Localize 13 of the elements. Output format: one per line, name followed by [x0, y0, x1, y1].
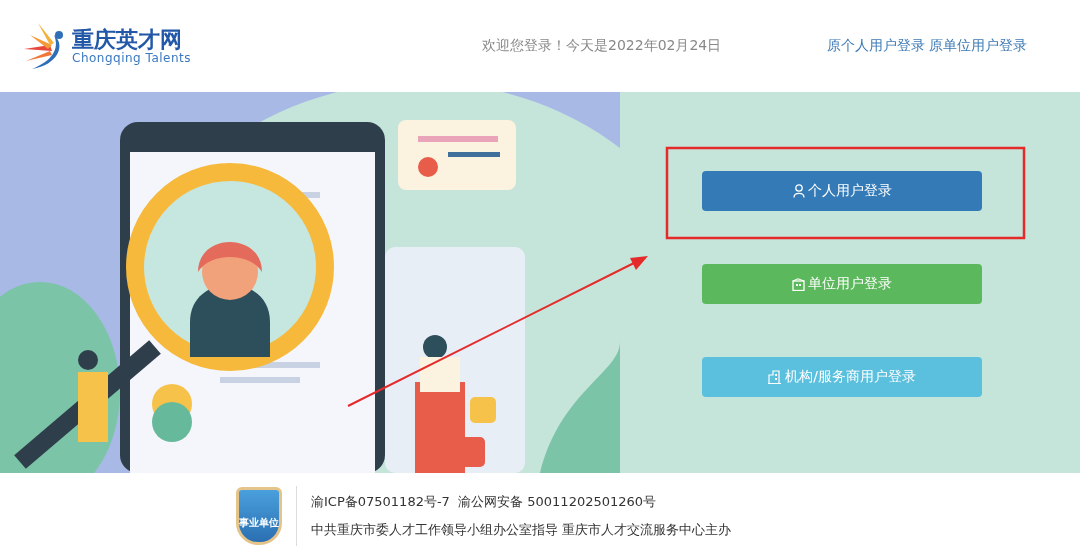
login-button[interactable]: 单位用户登录 — [702, 264, 982, 304]
sponsor-text: 中共重庆市委人才工作领导小组办公室指导 重庆市人才交流服务中心主办 — [311, 521, 732, 539]
badge-label: 事业单位 — [239, 516, 279, 530]
welcome-text: 欢迎您登录！今天是2022年02月24日 — [482, 37, 723, 55]
legacy-login-link[interactable]: 原个人用户登录 — [827, 37, 925, 55]
logo-subtitle: Chongqing Talents — [72, 51, 191, 66]
building-icon — [792, 277, 805, 291]
building-icon — [768, 370, 783, 384]
logo-title: 重庆英才网 — [72, 26, 183, 52]
login-button[interactable]: 个人用户登录 — [702, 171, 982, 211]
person-icon — [792, 184, 805, 198]
registration-text: 渝ICP备07501182号-7 渝公网安备 50011202501260号 — [311, 493, 658, 511]
legacy-login-link[interactable]: 原单位用户登录 — [929, 37, 1027, 55]
